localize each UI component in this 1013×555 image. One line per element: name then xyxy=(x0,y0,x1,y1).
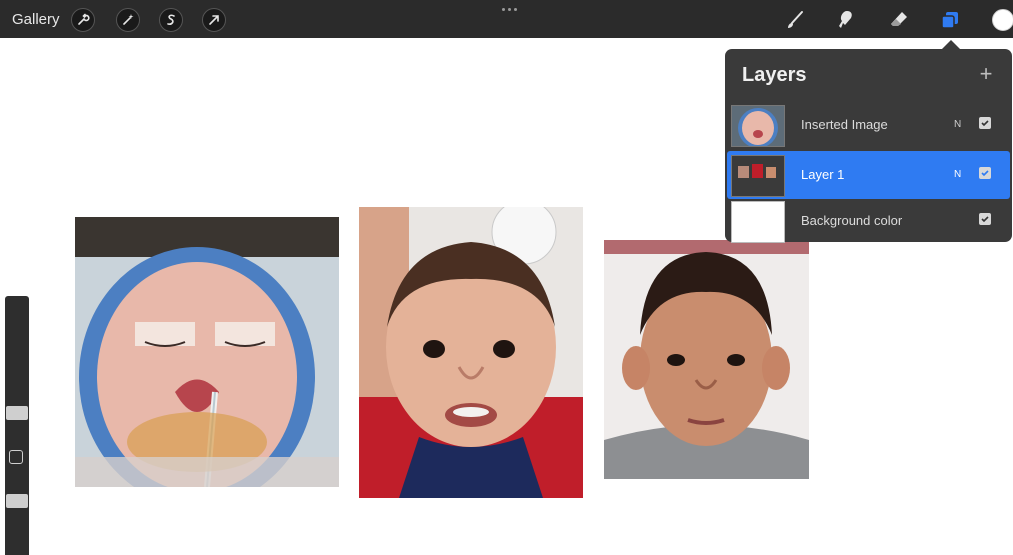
blend-mode-button[interactable]: N xyxy=(954,169,961,180)
toddler-face-photo xyxy=(359,207,583,498)
opacity-slider[interactable] xyxy=(6,494,28,508)
modify-button[interactable] xyxy=(9,450,23,464)
gallery-button[interactable]: Gallery xyxy=(12,11,60,28)
layers-panel-title: Layers xyxy=(742,64,807,86)
infant-cleft-lip-photo xyxy=(75,217,339,487)
layer-name: Inserted Image xyxy=(801,117,888,132)
plus-icon[interactable]: + xyxy=(975,63,997,85)
layer-name: Layer 1 xyxy=(801,167,845,182)
layers-panel: Layers + Inserted Image N Layer 1 N Back… xyxy=(725,49,1012,245)
brush-size-slider[interactable] xyxy=(6,406,28,420)
layer-thumbnail xyxy=(731,201,785,243)
layer-row-inserted-image[interactable]: Inserted Image N xyxy=(725,101,1012,149)
ellipsis-icon[interactable] xyxy=(500,6,520,12)
child-face-photo xyxy=(604,240,809,479)
magic-wand-icon[interactable] xyxy=(116,8,140,32)
sidebar xyxy=(5,296,29,555)
layer-row-layer-1[interactable]: Layer 1 N xyxy=(727,151,1010,199)
layers-icon[interactable] xyxy=(939,9,961,31)
blend-mode-button[interactable]: N xyxy=(954,119,961,130)
visibility-checkbox[interactable] xyxy=(979,117,991,129)
brush-icon[interactable] xyxy=(784,9,806,31)
layer-row-background-color[interactable]: Background color xyxy=(725,197,1012,245)
selection-icon[interactable] xyxy=(159,8,183,32)
top-toolbar: Gallery xyxy=(0,0,1013,38)
wrench-icon[interactable] xyxy=(71,8,95,32)
visibility-checkbox[interactable] xyxy=(979,213,991,225)
color-picker-swatch[interactable] xyxy=(992,9,1013,31)
layer-thumbnail xyxy=(731,105,785,147)
layer-name: Background color xyxy=(801,213,903,228)
visibility-checkbox[interactable] xyxy=(979,167,991,179)
transform-arrow-icon[interactable] xyxy=(202,8,226,32)
eraser-icon[interactable] xyxy=(888,9,910,31)
layer-thumbnail xyxy=(731,155,785,197)
smudge-icon[interactable] xyxy=(835,9,857,31)
layers-panel-pointer xyxy=(942,40,960,49)
